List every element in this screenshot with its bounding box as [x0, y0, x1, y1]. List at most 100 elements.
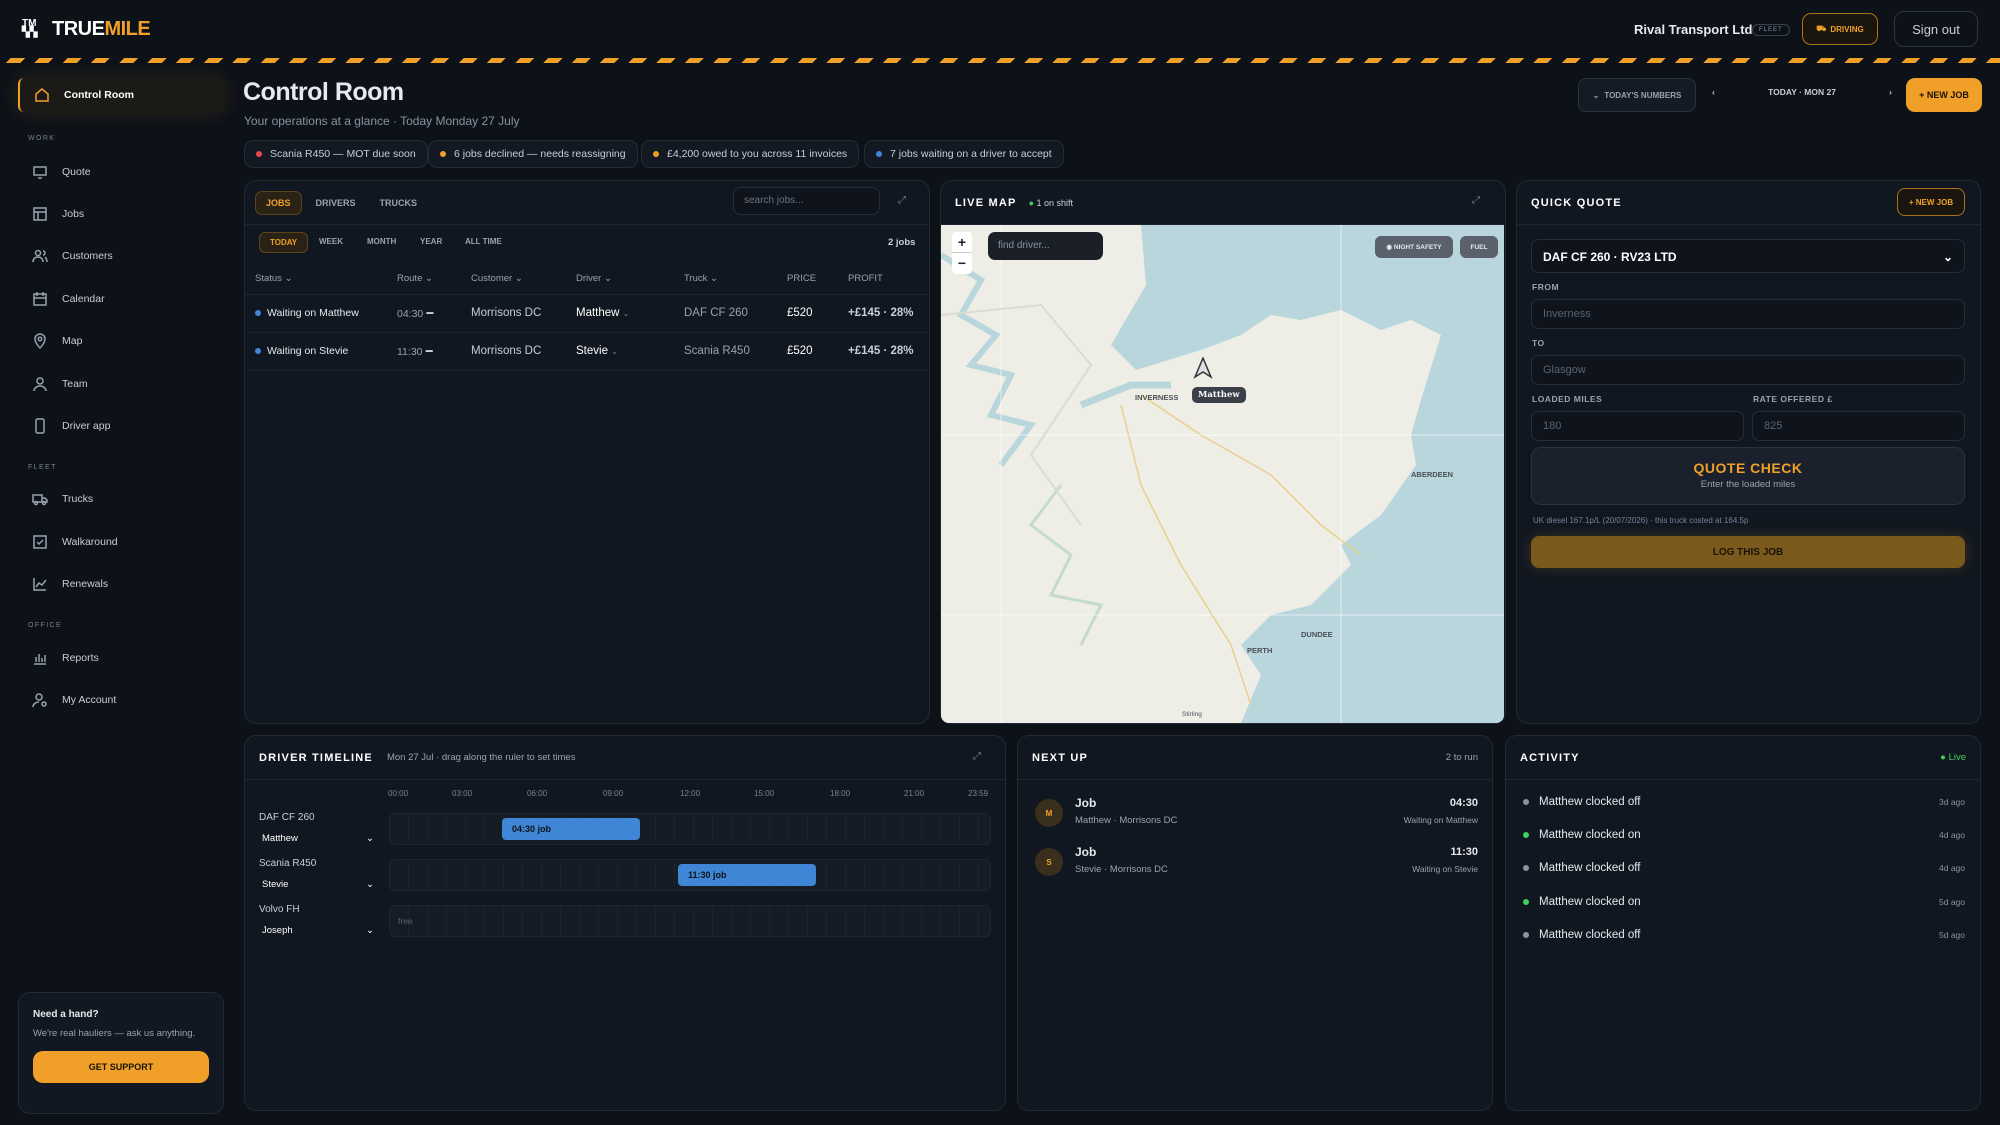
sidebar-item-map[interactable]: Map [18, 324, 224, 358]
sidebar-item-reports[interactable]: Reports [18, 641, 224, 675]
col-route[interactable]: Route ⌄ [387, 264, 461, 295]
log-this-job-button[interactable]: LOG THIS JOB [1531, 536, 1965, 568]
sidebar-item-quote[interactable]: Quote [18, 155, 224, 189]
timeline-driver-select[interactable]: Joseph ⌄ [262, 925, 374, 936]
zoom-out-button[interactable]: − [952, 252, 972, 273]
timeline-job-bar[interactable]: 11:30 job [678, 864, 816, 886]
alert-dot [876, 151, 882, 157]
user-gear-icon [32, 693, 47, 708]
to-field[interactable]: Glasgow [1531, 355, 1965, 385]
fuel-toggle[interactable]: FUEL [1460, 236, 1498, 258]
map-canvas[interactable]: INVERNESS ABERDEEN DUNDEE PERTH Stirling… [941, 225, 1504, 723]
section-fleet: FLEET [28, 464, 57, 471]
home-icon [35, 88, 49, 102]
loaded-miles-field[interactable]: 180 [1531, 411, 1744, 441]
timeline-track[interactable]: 04:30 job [389, 813, 991, 845]
diesel-note: UK diesel 167.1p/L (20/07/2026) · this t… [1533, 516, 1749, 525]
filter-week[interactable]: WEEK [309, 232, 353, 251]
next-day-button[interactable]: › [1889, 87, 1892, 97]
timeline-driver-select[interactable]: Matthew ⌄ [262, 833, 374, 844]
expand-icon[interactable]: ⤢ [1472, 195, 1482, 206]
col-status[interactable]: Status ⌄ [245, 264, 387, 295]
table-row[interactable]: Waiting on Stevie 11:30 ━ Morrisons DC S… [245, 332, 928, 371]
quote-check-subtitle: Enter the loaded miles [1700, 479, 1796, 490]
from-field[interactable]: Inverness [1531, 299, 1965, 329]
zoom-in-button[interactable]: + [952, 232, 972, 252]
place-label: DUNDEE [1301, 630, 1333, 639]
help-card: Need a hand? We're real hauliers — ask u… [18, 992, 224, 1114]
job-status: Waiting on Stevie [1412, 864, 1478, 874]
expand-icon[interactable]: ⤢ [898, 195, 908, 206]
chevron-down-icon: ⌄ [1942, 250, 1953, 264]
map-pin-icon [34, 333, 46, 349]
hour-tick: 15:00 [754, 789, 775, 798]
sidebar-item-trucks[interactable]: Trucks [18, 482, 224, 516]
chevron-down-icon: ⌄ [366, 879, 374, 890]
sidebar-item-calendar[interactable]: Calendar [18, 282, 224, 316]
filter-today[interactable]: TODAY [259, 232, 309, 253]
chevron-down-icon[interactable]: ⌄ [611, 347, 618, 356]
night-safety-toggle[interactable]: ◉ NIGHT SAFETY [1375, 236, 1453, 258]
status-dot [255, 348, 261, 354]
table-row[interactable]: Waiting on Matthew 04:30 ━ Morrisons DC … [245, 294, 928, 333]
sidebar-item-jobs[interactable]: Jobs [18, 197, 224, 231]
sidebar-item-renewals[interactable]: Renewals [18, 567, 224, 601]
filter-month[interactable]: MONTH [357, 232, 406, 251]
sidebar-item-customers[interactable]: Customers [18, 239, 224, 273]
truck-select[interactable]: DAF CF 260 · RV23 LTD ⌄ [1531, 239, 1965, 273]
timeline-title: DRIVER TIMELINE [259, 751, 373, 764]
rate-offered-field[interactable]: 825 [1752, 411, 1965, 441]
search-jobs-input[interactable]: search jobs... [733, 187, 880, 215]
col-driver[interactable]: Driver ⌄ [566, 264, 674, 295]
todays-numbers-button[interactable]: ⌄ TODAY'S NUMBERS [1578, 78, 1696, 112]
logo[interactable]: TM ▚▚ TRUEMILE [22, 18, 151, 41]
timeline-driver-select[interactable]: Stevie ⌄ [262, 879, 374, 890]
list-item[interactable]: S Job Stevie · Morrisons DC 11:30 Waitin… [1033, 845, 1478, 885]
alert-chip[interactable]: 7 jobs waiting on a driver to accept [864, 140, 1064, 168]
rate-offered-label: RATE OFFERED £ [1753, 394, 1833, 404]
col-customer[interactable]: Customer ⌄ [461, 264, 566, 295]
prev-day-button[interactable]: ‹ [1712, 87, 1715, 97]
timeline-subtitle: Mon 27 Jul · drag along the ruler to set… [386, 752, 576, 763]
timeline-job-bar[interactable]: 04:30 job [502, 818, 640, 840]
timeline-track[interactable]: 11:30 job [389, 859, 991, 891]
filter-all-time[interactable]: ALL TIME [455, 232, 512, 251]
calendar-icon [33, 292, 47, 306]
route-line-icon: ━ [426, 308, 434, 320]
date-navigator: ‹ TODAY · MON 27 › [1712, 87, 1892, 97]
sidebar-item-driver-app[interactable]: Driver app [18, 409, 224, 443]
next-up-title: NEXT UP [1032, 751, 1089, 764]
hour-tick: 23:59 [968, 789, 989, 798]
tab-jobs[interactable]: JOBS [255, 190, 302, 215]
driving-button[interactable]: ⛟ DRIVING [1802, 13, 1878, 45]
hour-tick: 03:00 [452, 789, 473, 798]
sidebar-item-control-room[interactable]: Control Room [18, 78, 224, 112]
list-item[interactable]: M Job Matthew · Morrisons DC 04:30 Waiti… [1033, 796, 1478, 836]
sidebar-item-walkaround[interactable]: Walkaround [18, 525, 224, 559]
driver-arrow-icon[interactable] [1192, 356, 1214, 379]
timeline-track[interactable]: free [389, 905, 991, 937]
job-time: 04:30 [1449, 797, 1478, 809]
quote-new-job-button[interactable]: + NEW JOB [1897, 188, 1965, 216]
sidebar-item-team[interactable]: Team [18, 367, 224, 401]
col-truck[interactable]: Truck ⌄ [674, 264, 777, 295]
alert-chip[interactable]: 6 jobs declined — needs reassigning [428, 140, 638, 168]
driver-marker-label[interactable]: Matthew [1192, 387, 1246, 403]
chevron-down-icon[interactable]: ⌄ [623, 309, 630, 318]
alert-chip[interactable]: Scania R450 — MOT due soon [244, 140, 428, 168]
tab-trucks[interactable]: TRUCKS [370, 192, 428, 214]
alert-chip[interactable]: £4,200 owed to you across 11 invoices [641, 140, 860, 168]
monitor-icon [33, 166, 47, 179]
activity-item: Matthew clocked off 4d ago [1523, 862, 1965, 874]
new-job-button[interactable]: + NEW JOB [1906, 78, 1982, 112]
find-driver-input[interactable]: find driver... [988, 232, 1103, 260]
expand-icon[interactable]: ⤢ [973, 751, 983, 762]
sidebar-item-my-account[interactable]: My Account [18, 683, 224, 717]
sign-out-button[interactable]: Sign out [1894, 11, 1978, 47]
section-office: OFFICE [28, 622, 63, 629]
filter-year[interactable]: YEAR [410, 232, 452, 251]
get-support-button[interactable]: GET SUPPORT [33, 1051, 209, 1083]
activity-dot [1523, 832, 1529, 838]
timeline-truck: DAF CF 260 [259, 812, 315, 823]
tab-drivers[interactable]: DRIVERS [306, 192, 366, 214]
